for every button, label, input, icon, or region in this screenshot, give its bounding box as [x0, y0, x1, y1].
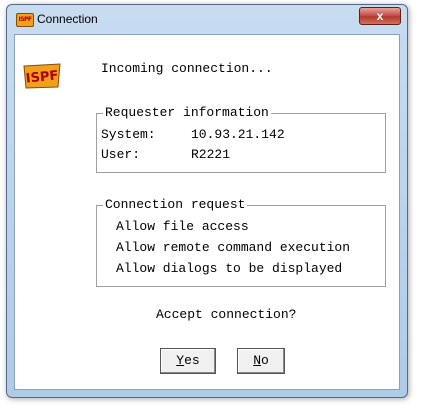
user-label: User:	[101, 147, 141, 162]
no-mnemonic: N	[253, 353, 261, 368]
requester-info-legend: Requester information	[103, 105, 271, 121]
ispf-app-icon: ISPF	[16, 13, 34, 27]
title-bar[interactable]: ISPF Connection x	[7, 5, 407, 33]
yes-mnemonic: Y	[176, 353, 185, 368]
close-icon: x	[376, 9, 384, 23]
incoming-message: Incoming connection...	[101, 61, 273, 76]
ispf-logo-icon: ISPF	[22, 63, 62, 89]
connection-request-group: Connection request Allow file access All…	[96, 197, 386, 287]
window-title: Connection	[37, 12, 98, 26]
system-label: System:	[101, 127, 156, 142]
permission-item: Allow file access	[116, 219, 249, 234]
system-value: 10.93.21.142	[191, 127, 285, 142]
permission-item: Allow remote command execution	[116, 240, 351, 255]
permission-item: Allow dialogs to be displayed	[116, 261, 343, 276]
connection-request-legend: Connection request	[103, 197, 248, 213]
yes-label-rest: es	[184, 353, 200, 368]
connection-dialog: ISPF Connection x ISPF Incoming connecti…	[6, 4, 408, 398]
close-button[interactable]: x	[359, 7, 401, 25]
requester-info-group: Requester information System: 10.93.21.1…	[96, 105, 386, 173]
no-button[interactable]: No	[237, 348, 285, 374]
user-value: R2221	[191, 147, 231, 162]
yes-button[interactable]: Yes	[160, 348, 216, 374]
no-label-rest: o	[261, 353, 269, 368]
dialog-body: ISPF Incoming connection... Requester in…	[14, 34, 400, 390]
accept-prompt: Accept connection?	[156, 307, 297, 322]
